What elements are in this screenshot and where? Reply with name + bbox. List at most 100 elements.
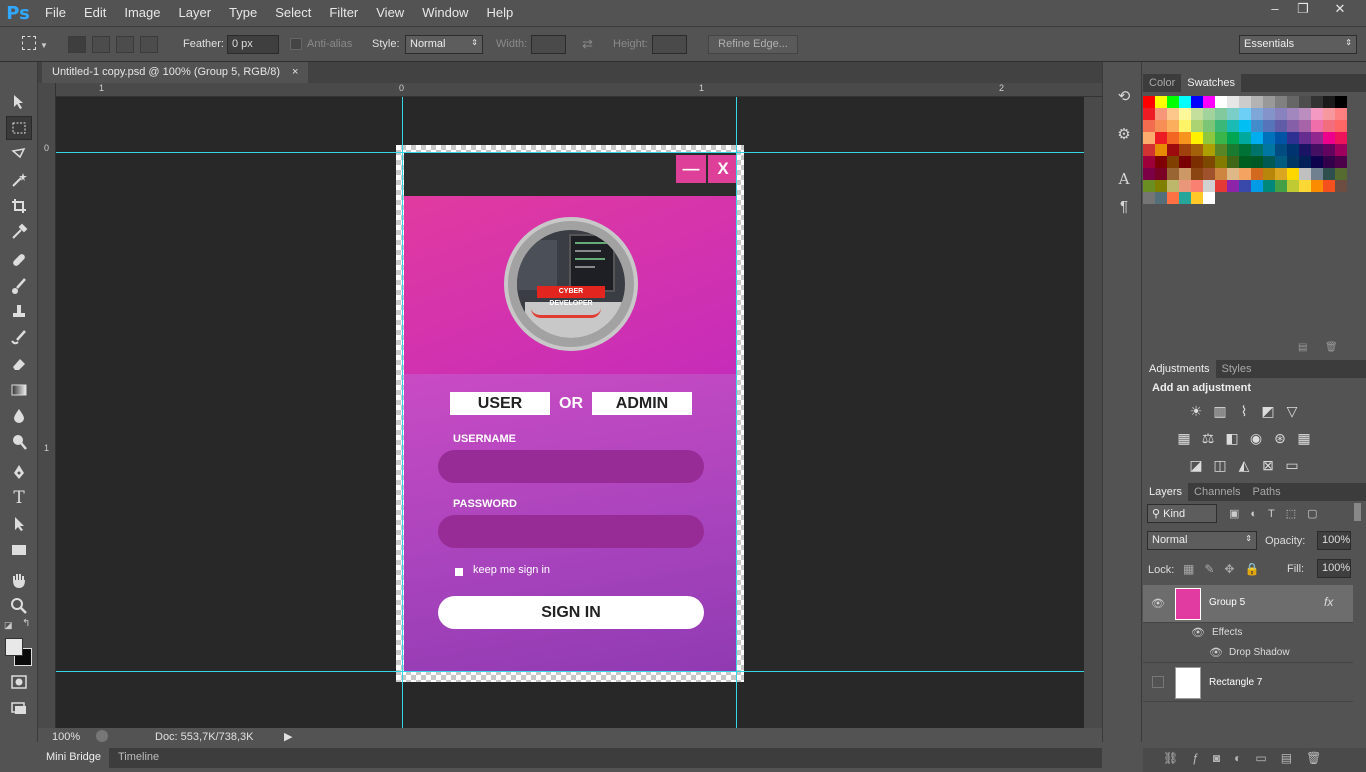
visibility-eye-icon[interactable]: 👁 — [1209, 646, 1223, 660]
color-swatch[interactable] — [1191, 96, 1203, 108]
visibility-toggle[interactable] — [1152, 676, 1164, 688]
color-swatch[interactable] — [1155, 168, 1167, 180]
color-swatch[interactable] — [1275, 168, 1287, 180]
color-swatch[interactable] — [1215, 180, 1227, 192]
color-swatch[interactable] — [1263, 156, 1275, 168]
color-swatch[interactable] — [1251, 120, 1263, 132]
zoom-level[interactable]: 100% — [52, 731, 80, 743]
color-swatch[interactable] — [1239, 168, 1251, 180]
workspace-select[interactable]: Essentials ⇕ — [1239, 35, 1357, 54]
color-swatch[interactable] — [1275, 120, 1287, 132]
visibility-eye-icon[interactable]: 👁 — [1191, 626, 1205, 640]
default-colors-icon[interactable]: ◪ — [4, 620, 14, 630]
menu-image[interactable]: Image — [115, 0, 169, 26]
chevron-down-icon[interactable]: ▼ — [40, 41, 48, 50]
vibrance-icon[interactable]: ▽ — [1283, 402, 1301, 420]
hue-sat-icon[interactable]: ▦ — [1175, 429, 1193, 447]
eyedropper-icon[interactable] — [6, 220, 32, 244]
foreground-color-swatch[interactable] — [5, 638, 23, 656]
color-swatch[interactable] — [1299, 168, 1311, 180]
new-selection-icon[interactable] — [68, 36, 86, 53]
color-swatch[interactable] — [1311, 96, 1323, 108]
color-swatch[interactable] — [1287, 120, 1299, 132]
swap-colors-icon[interactable]: ↰ — [22, 618, 30, 629]
color-swatch[interactable] — [1167, 180, 1179, 192]
color-swatch[interactable] — [1263, 96, 1275, 108]
guide-vertical[interactable] — [736, 97, 737, 728]
color-swatch[interactable] — [1323, 132, 1335, 144]
color-swatch[interactable] — [1191, 120, 1203, 132]
swap-arrows-icon[interactable]: ⇄ — [582, 36, 593, 52]
zoom-tool-icon[interactable] — [6, 594, 32, 618]
color-swatch[interactable] — [1287, 108, 1299, 120]
color-swatch[interactable] — [1155, 108, 1167, 120]
color-swatch[interactable] — [1203, 180, 1215, 192]
color-swatch[interactable] — [1311, 132, 1323, 144]
color-swatch[interactable] — [1215, 132, 1227, 144]
color-swatch[interactable] — [1227, 156, 1239, 168]
rectangle-tool-icon[interactable] — [6, 538, 32, 562]
color-swatch[interactable] — [1323, 144, 1335, 156]
sign-in-button[interactable]: SIGN IN — [438, 596, 704, 629]
color-swatch[interactable] — [1203, 144, 1215, 156]
color-swatch[interactable] — [1191, 180, 1203, 192]
canvas-area[interactable]: — X CYBER DEVELOPER USER OR ADMIN USERNA… — [56, 97, 1084, 728]
trash-icon[interactable]: 🗑 — [1325, 342, 1338, 353]
color-swatch[interactable] — [1263, 168, 1275, 180]
color-swatch[interactable] — [1275, 108, 1287, 120]
color-swatch[interactable] — [1323, 180, 1335, 192]
color-swatch[interactable] — [1203, 132, 1215, 144]
color-swatch[interactable] — [1179, 156, 1191, 168]
color-swatch[interactable] — [1239, 132, 1251, 144]
color-swatch[interactable] — [1155, 96, 1167, 108]
color-swatch[interactable] — [1203, 192, 1215, 204]
threshold-icon[interactable]: ◭ — [1235, 456, 1253, 474]
color-swatch[interactable] — [1179, 192, 1191, 204]
color-swatch[interactable] — [1167, 144, 1179, 156]
color-swatch[interactable] — [1179, 144, 1191, 156]
marquee-tool-icon[interactable] — [6, 116, 32, 140]
layer-name[interactable]: Group 5 — [1209, 597, 1245, 608]
color-swatch[interactable] — [1251, 156, 1263, 168]
document-tab[interactable]: Untitled-1 copy.psd @ 100% (Group 5, RGB… — [42, 62, 309, 83]
password-field[interactable] — [438, 515, 704, 548]
clone-stamp-icon[interactable] — [6, 300, 32, 324]
paragraph-panel-icon[interactable]: ¶ — [1113, 196, 1135, 218]
fx-icon[interactable]: fx — [1324, 595, 1333, 609]
color-swatch[interactable] — [1203, 168, 1215, 180]
color-swatch[interactable] — [1311, 144, 1323, 156]
color-swatch[interactable] — [1287, 168, 1299, 180]
layer-actions-bar[interactable]: ⛓ƒ◙◐▭▤🗑 — [1143, 748, 1366, 772]
color-swatch[interactable] — [1227, 120, 1239, 132]
hand-tool-icon[interactable] — [6, 568, 32, 592]
black-white-icon[interactable]: ◧ — [1223, 429, 1241, 447]
color-swatch[interactable] — [1179, 168, 1191, 180]
color-swatch[interactable] — [1251, 168, 1263, 180]
subtract-selection-icon[interactable] — [116, 36, 134, 53]
selective-color-icon[interactable]: ⊠ — [1259, 456, 1277, 474]
style-select[interactable]: Normal ⇕ — [405, 35, 483, 54]
status-info-icon[interactable] — [96, 730, 108, 742]
refine-edge-button[interactable]: Refine Edge... — [708, 35, 798, 54]
design-minimize-button[interactable]: — — [676, 155, 706, 183]
feather-input[interactable]: 0 px — [227, 35, 279, 54]
design-close-button[interactable]: X — [708, 155, 737, 183]
intersect-selection-icon[interactable] — [140, 36, 158, 53]
color-swatch[interactable] — [1179, 108, 1191, 120]
color-swatch[interactable] — [1299, 120, 1311, 132]
color-swatch[interactable] — [1167, 192, 1179, 204]
path-select-icon[interactable] — [6, 512, 32, 536]
color-swatch[interactable] — [1155, 180, 1167, 192]
move-tool-icon[interactable] — [6, 90, 32, 114]
swatch-grid[interactable] — [1143, 96, 1353, 226]
layer-filter-icons[interactable]: ▣◐T⬚▢ — [1229, 507, 1329, 520]
login-design[interactable]: — X CYBER DEVELOPER USER OR ADMIN USERNA… — [404, 153, 737, 671]
color-swatch[interactable] — [1275, 180, 1287, 192]
close-tab-icon[interactable]: × — [292, 62, 298, 83]
color-swatch[interactable] — [1323, 168, 1335, 180]
color-swatch[interactable] — [1323, 96, 1335, 108]
tab-styles[interactable]: Styles — [1216, 360, 1258, 378]
color-swatch[interactable] — [1335, 156, 1347, 168]
color-swatch[interactable] — [1263, 144, 1275, 156]
color-swatch[interactable] — [1227, 108, 1239, 120]
